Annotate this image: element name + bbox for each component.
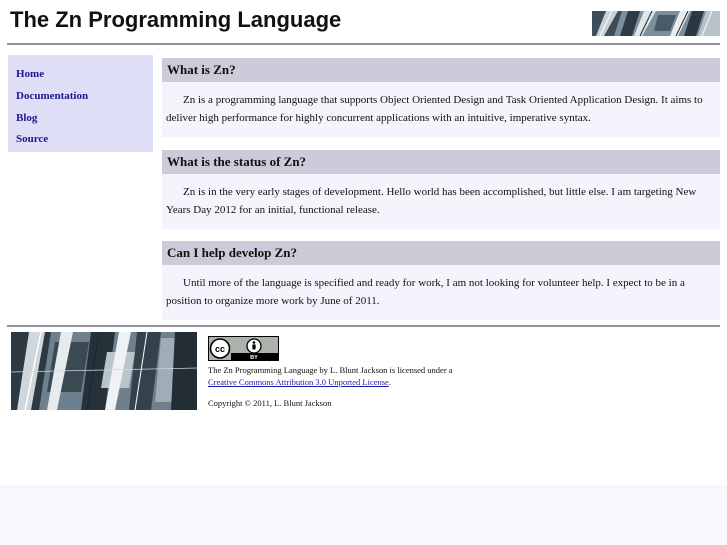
section-heading: What is Zn? (162, 58, 720, 82)
section-body: Until more of the language is specified … (166, 277, 685, 307)
section-heading: What is the status of Zn? (162, 150, 720, 174)
sidebar-item-documentation: Documentation (16, 86, 88, 104)
section-body: Zn is a programming language that suppor… (166, 94, 703, 124)
nav-link-blog[interactable]: Blog (16, 112, 37, 124)
section-heading: Can I help develop Zn? (162, 241, 720, 265)
cc-badge-by-text: BY (250, 355, 258, 360)
footer-decorative-image (11, 332, 197, 410)
cc-by-license-badge[interactable]: cc BY (208, 336, 279, 361)
section-body: Zn is in the very early stages of develo… (166, 186, 697, 216)
sidebar-item-blog: Blog (16, 108, 37, 126)
page: The Zn Programming Language Home Documen… (0, 0, 727, 485)
header-banner-image (592, 11, 720, 36)
sidebar-item-source: Source (16, 129, 48, 147)
cc-badge-cc-text: cc (215, 344, 225, 354)
sidebar-nav: Home Documentation Blog Source (8, 55, 153, 152)
section-what-is-zn: What is Zn? Zn is a programming language… (162, 58, 720, 137)
footer-divider (7, 325, 720, 327)
license-statement: The Zn Programming Language by L. Blunt … (208, 365, 453, 375)
nav-link-source[interactable]: Source (16, 133, 48, 145)
section-status: What is the status of Zn? Zn is in the v… (162, 150, 720, 229)
sidebar-item-home: Home (16, 64, 44, 82)
section-help-develop: Can I help develop Zn? Until more of the… (162, 241, 720, 320)
nav-link-home[interactable]: Home (16, 68, 44, 80)
site-header: The Zn Programming Language (0, 0, 727, 44)
header-divider (7, 43, 720, 45)
license-link[interactable]: Creative Commons Attribution 3.0 Unporte… (208, 377, 389, 387)
site-title: The Zn Programming Language (10, 7, 342, 32)
nav-link-documentation[interactable]: Documentation (16, 90, 88, 102)
license-link-suffix: . (388, 377, 391, 387)
license-link-line: Creative Commons Attribution 3.0 Unporte… (208, 377, 391, 387)
copyright-text: Copyright © 2011, L. Blunt Jackson (208, 398, 332, 408)
